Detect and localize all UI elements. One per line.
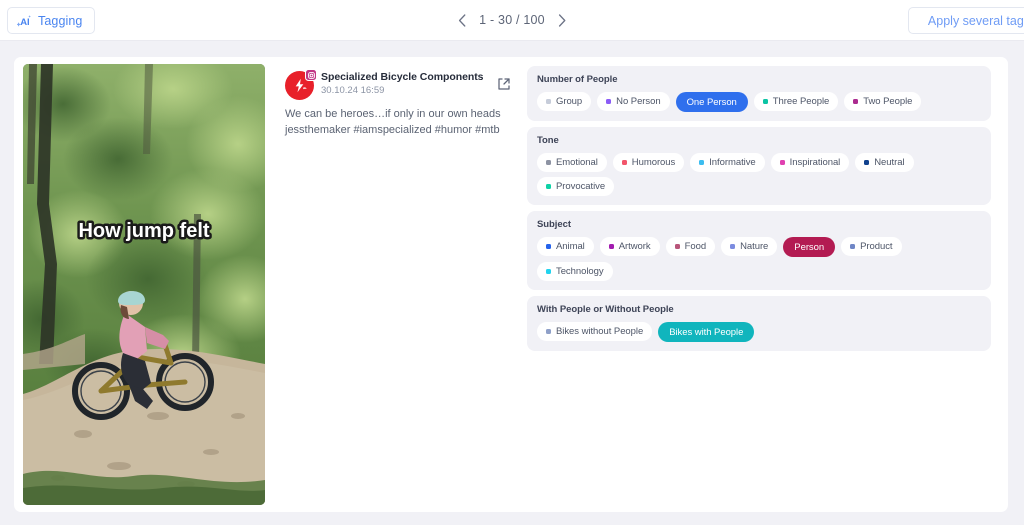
tag-pill-label: Animal: [556, 241, 585, 252]
tag-pill[interactable]: Nature: [721, 237, 777, 256]
tag-groups: Number of People Group No Person One Person…: [527, 66, 991, 351]
tag-pill[interactable]: Emotional: [537, 153, 607, 172]
tag-pill-list: Bikes without People Bikes with People: [537, 322, 981, 342]
tag-color-dot: [675, 244, 680, 249]
tag-color-dot: [699, 160, 704, 165]
tag-group-label: Subject: [537, 219, 981, 230]
ai-sparkle-icon: AI: [17, 14, 32, 28]
tag-color-dot: [546, 269, 551, 274]
apply-several-tags-label: Apply several tags: [928, 14, 1024, 28]
tag-pill-label: Emotional: [556, 157, 598, 168]
tag-pill[interactable]: Product: [841, 237, 901, 256]
tag-pill[interactable]: Humorous: [613, 153, 684, 172]
tag-color-dot: [622, 160, 627, 165]
tag-pill-label: Provocative: [556, 181, 605, 192]
tag-pill[interactable]: Neutral: [855, 153, 913, 172]
post-date: 30.10.24 16:59: [321, 85, 384, 96]
external-link-icon[interactable]: [497, 77, 511, 91]
tag-pill[interactable]: Bikes without People: [537, 322, 652, 341]
tag-color-dot: [850, 244, 855, 249]
tag-pill[interactable]: Technology: [537, 262, 613, 281]
tag-pill-label: One Person: [687, 97, 737, 108]
tag-color-dot: [853, 99, 858, 104]
tag-group: Subject Animal Artwork Food Nature Person Prod…: [527, 211, 991, 290]
tag-pill[interactable]: Two People: [844, 92, 921, 111]
tag-pill[interactable]: Person: [783, 237, 835, 257]
media-overlay-text: How jump felt: [78, 220, 209, 242]
ai-tagging-label: Tagging: [38, 14, 83, 28]
chevron-right-icon[interactable]: [554, 9, 570, 31]
tag-pill-label: Nature: [740, 241, 768, 252]
tag-pill[interactable]: Provocative: [537, 177, 614, 196]
top-toolbar: AI Tagging 1 - 30 / 100 Apply several ta…: [0, 0, 1024, 41]
tag-pill[interactable]: Group: [537, 92, 591, 111]
tag-group-label: Tone: [537, 135, 981, 146]
tag-pill-list: Group No Person One Person Three People Two …: [537, 92, 981, 112]
pagination-range: 1 - 30 / 100: [479, 13, 545, 27]
tag-pill-label: Bikes with People: [669, 327, 743, 338]
instagram-icon: [305, 69, 317, 81]
tag-color-dot: [546, 160, 551, 165]
chevron-left-icon[interactable]: [454, 9, 470, 31]
tag-color-dot: [864, 160, 869, 165]
tag-color-dot: [546, 244, 551, 249]
tag-pill[interactable]: Three People: [754, 92, 838, 111]
tag-pill-list: Emotional Humorous Informative Inspirationa…: [537, 153, 981, 196]
post-media-thumbnail[interactable]: How jump felt: [23, 64, 265, 505]
tag-color-dot: [546, 184, 551, 189]
tag-pill[interactable]: No Person: [597, 92, 669, 111]
tag-color-dot: [730, 244, 735, 249]
tag-pill-label: Informative: [709, 157, 755, 168]
post-card: How jump felt Specialized Bicycle: [14, 57, 1008, 512]
tag-color-dot: [763, 99, 768, 104]
tag-pill-label: No Person: [616, 96, 660, 107]
tag-pill-label: Product: [860, 241, 892, 252]
media-illustration: How jump felt: [23, 64, 265, 505]
pagination: 1 - 30 / 100: [454, 9, 570, 31]
tag-pill[interactable]: Bikes with People: [658, 322, 754, 342]
tag-pill-label: Person: [794, 242, 824, 253]
tag-pill[interactable]: Inspirational: [771, 153, 850, 172]
svg-text:How jump felt: How jump felt: [78, 220, 209, 242]
tag-color-dot: [606, 99, 611, 104]
tag-color-dot: [546, 99, 551, 104]
tag-pill-label: Artwork: [619, 241, 651, 252]
tag-pill-list: Animal Artwork Food Nature Person Product Tech…: [537, 237, 981, 281]
tag-pill[interactable]: One Person: [676, 92, 748, 112]
tag-pill-label: Technology: [556, 266, 604, 277]
post-header: Specialized Bicycle Components 30.10.24 …: [285, 69, 515, 103]
tag-group-label: With People or Without People: [537, 304, 981, 315]
tag-pill-label: Three People: [773, 96, 829, 107]
tag-pill-label: Bikes without People: [556, 326, 643, 337]
tag-group: With People or Without People Bikes witho…: [527, 296, 991, 351]
tag-pill-label: Humorous: [632, 157, 675, 168]
tag-pill-label: Food: [685, 241, 706, 252]
post-details: Specialized Bicycle Components 30.10.24 …: [285, 69, 515, 138]
apply-several-tags-button[interactable]: Apply several tags: [908, 7, 1024, 34]
ai-tagging-button[interactable]: AI Tagging: [7, 7, 95, 34]
svg-text:AI: AI: [20, 17, 30, 28]
tag-color-dot: [609, 244, 614, 249]
tag-group: Tone Emotional Humorous Informative Inspirat…: [527, 127, 991, 205]
tag-pill[interactable]: Animal: [537, 237, 594, 256]
tag-pill[interactable]: Food: [666, 237, 715, 256]
tag-group: Number of People Group No Person One Person…: [527, 66, 991, 121]
post-caption: We can be heroes…if only in our own head…: [285, 107, 509, 138]
tag-color-dot: [546, 329, 551, 334]
tag-pill[interactable]: Artwork: [600, 237, 660, 256]
tag-pill-label: Group: [556, 96, 582, 107]
account-name: Specialized Bicycle Components: [321, 71, 483, 83]
tag-color-dot: [780, 160, 785, 165]
tag-pill-label: Neutral: [874, 157, 904, 168]
tag-pill-label: Two People: [863, 96, 912, 107]
tag-pill[interactable]: Informative: [690, 153, 764, 172]
tag-pill-label: Inspirational: [790, 157, 841, 168]
tag-group-label: Number of People: [537, 74, 981, 85]
